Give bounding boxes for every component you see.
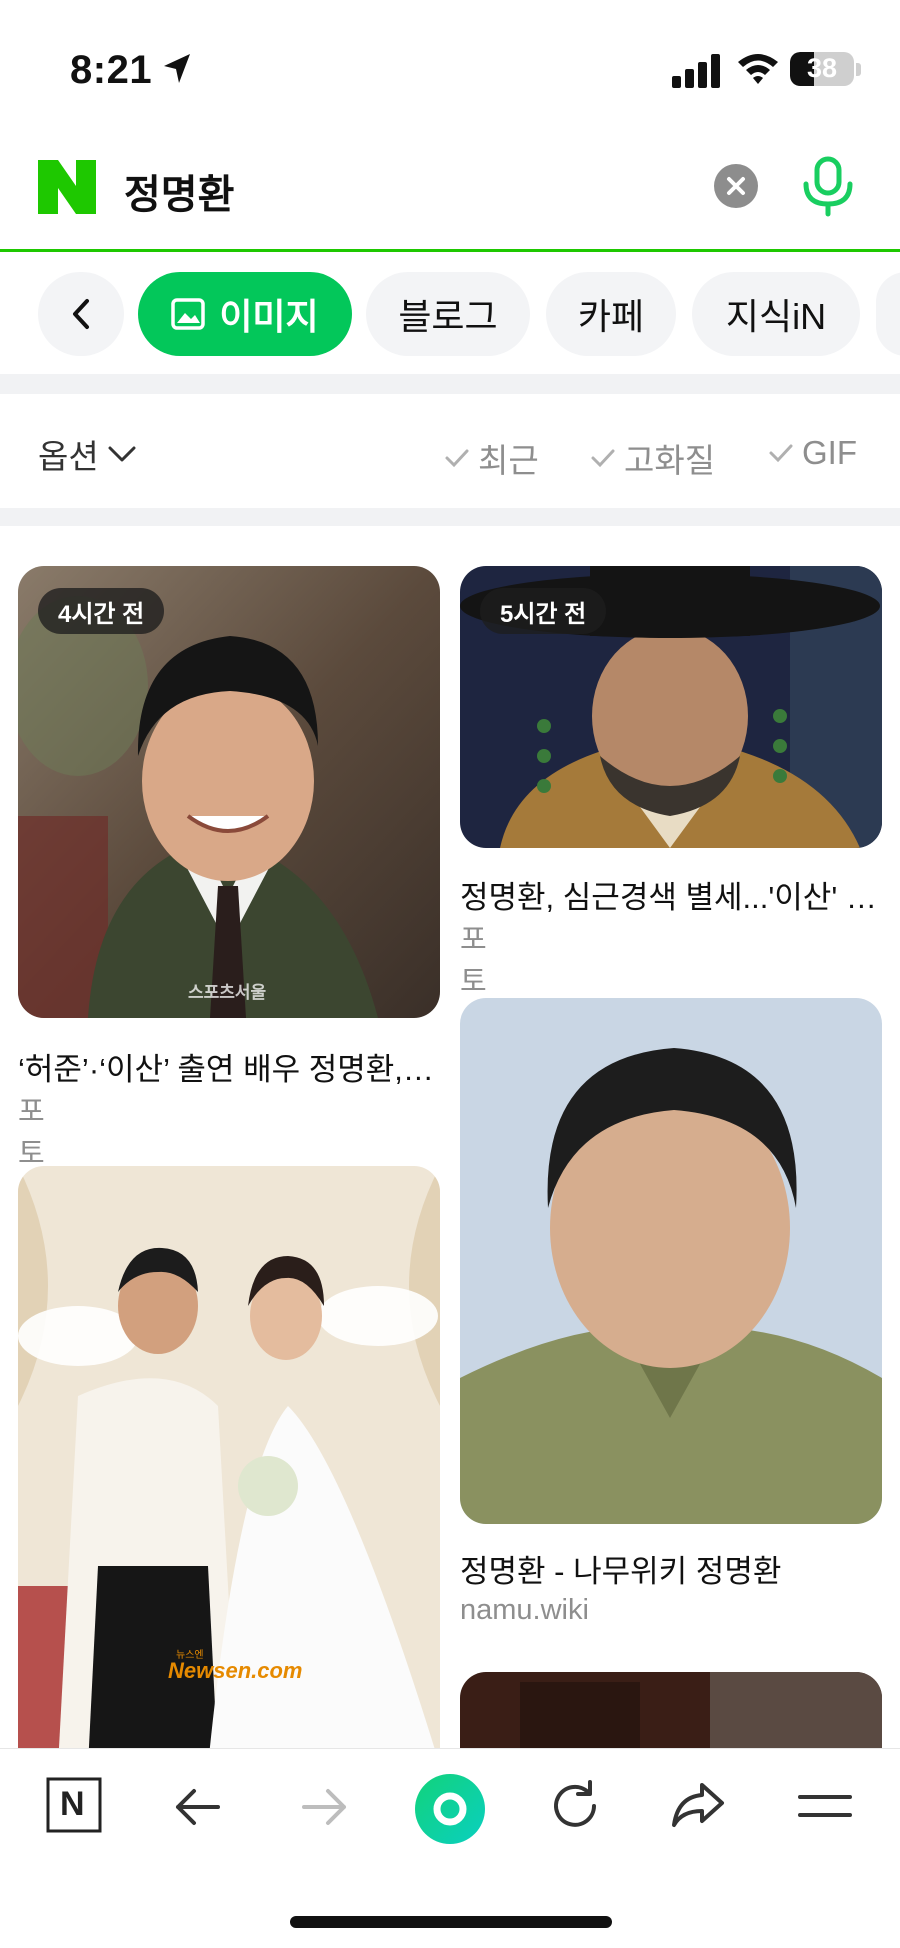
home-button-label: N [60, 1785, 85, 1823]
tabs-scroll-left-button[interactable] [38, 272, 124, 356]
naver-image-search-page: 8:21 38 정명환 이미지 블로그 카페 지식iN 옵션 최근 고화질 GI… [0, 0, 900, 1948]
filter-label: 최근 [478, 442, 539, 479]
search-bar: 정명환 [0, 140, 900, 252]
result-title[interactable]: 정명환 - 나무위키 정명환 [460, 1546, 882, 1591]
result-thumbnail[interactable] [460, 1672, 882, 1752]
result-title[interactable]: ‘허준’·‘이산’ 출연 배우 정명환, 아내 외모보다 [18, 1044, 440, 1089]
search-input[interactable]: 정명환 [124, 162, 234, 220]
result-thumbnail[interactable]: 4시간 전 스포츠서울 [18, 566, 440, 1018]
filter-label: 고화질 [624, 442, 716, 479]
result-thumbnail[interactable]: 뉴스엔 Newsen.com [18, 1166, 440, 1766]
result-thumbnail[interactable] [460, 998, 882, 1524]
arrow-right-icon [302, 1789, 346, 1825]
result-source[interactable]: namu.wiki [460, 1594, 589, 1627]
filter-gif[interactable]: GIF [768, 434, 857, 472]
forward-button[interactable] [300, 1787, 350, 1832]
close-icon [727, 177, 745, 195]
tab-blog[interactable]: 블로그 [366, 272, 530, 356]
watermark-text: 스포츠서울 [188, 983, 267, 1002]
time-badge: 5시간 전 [480, 588, 607, 634]
filter-high-quality[interactable]: 고화질 [590, 434, 715, 482]
reload-icon [554, 1780, 596, 1827]
watermark-text: Newsen.com [168, 1658, 303, 1683]
tab-image[interactable]: 이미지 [138, 272, 352, 356]
hamburger-menu-icon [798, 1795, 852, 1817]
battery-tip [856, 63, 861, 76]
result-photo [460, 1672, 882, 1752]
section-divider [0, 508, 900, 526]
wifi-icon [738, 54, 778, 84]
tab-label: 이미지 [219, 296, 319, 337]
result-thumbnail[interactable]: 5시간 전 [460, 566, 882, 848]
options-dropdown[interactable]: 옵션 [38, 430, 137, 478]
location-arrow-icon [164, 54, 190, 83]
check-icon [591, 449, 615, 468]
back-button[interactable] [172, 1787, 222, 1832]
tab-label: 블로그 [398, 296, 498, 337]
portrait-photo [460, 998, 882, 1524]
reload-button[interactable] [548, 1779, 602, 1838]
check-icon [445, 449, 469, 468]
filter-recent[interactable]: 최근 [444, 434, 539, 482]
home-indicator [290, 1916, 612, 1928]
tab-more[interactable] [876, 272, 900, 356]
battery-percent: 38 [806, 53, 838, 83]
filter-options-bar: 옵션 최근 고화질 GIF [0, 412, 900, 508]
naver-home-button[interactable]: N [46, 1777, 102, 1838]
chevron-down-icon [108, 446, 136, 462]
status-bar: 8:21 38 [0, 0, 900, 120]
cellular-signal-icon [672, 54, 720, 88]
tab-kin[interactable]: 지식iN [692, 272, 860, 356]
microphone-icon[interactable] [800, 156, 856, 218]
chevron-left-icon [73, 299, 89, 329]
options-label: 옵션 [38, 438, 99, 475]
clear-search-button[interactable] [714, 164, 758, 208]
arrow-left-icon [176, 1789, 220, 1825]
battery-icon: 38 [790, 52, 854, 86]
image-icon [171, 298, 206, 330]
menu-button[interactable] [798, 1791, 852, 1826]
share-button[interactable] [670, 1781, 726, 1834]
tab-label: 지식iN [725, 296, 827, 337]
naver-logo-icon[interactable] [38, 160, 96, 214]
search-category-tabs: 이미지 블로그 카페 지식iN [0, 270, 900, 358]
share-arrow-icon [672, 1783, 724, 1827]
filter-label: GIF [802, 434, 857, 471]
section-divider [0, 374, 900, 394]
time-badge: 4시간 전 [38, 588, 165, 634]
result-title[interactable]: 정명환, 심근경색 별세...'이산' 출연 원로배우 [460, 872, 882, 917]
status-time: 8:21 [70, 48, 153, 92]
tab-cafe[interactable]: 카페 [546, 272, 676, 356]
green-dot-icon [415, 1774, 485, 1844]
tab-label: 카페 [577, 296, 645, 337]
check-icon [769, 444, 793, 463]
green-dot-button[interactable] [414, 1773, 486, 1850]
